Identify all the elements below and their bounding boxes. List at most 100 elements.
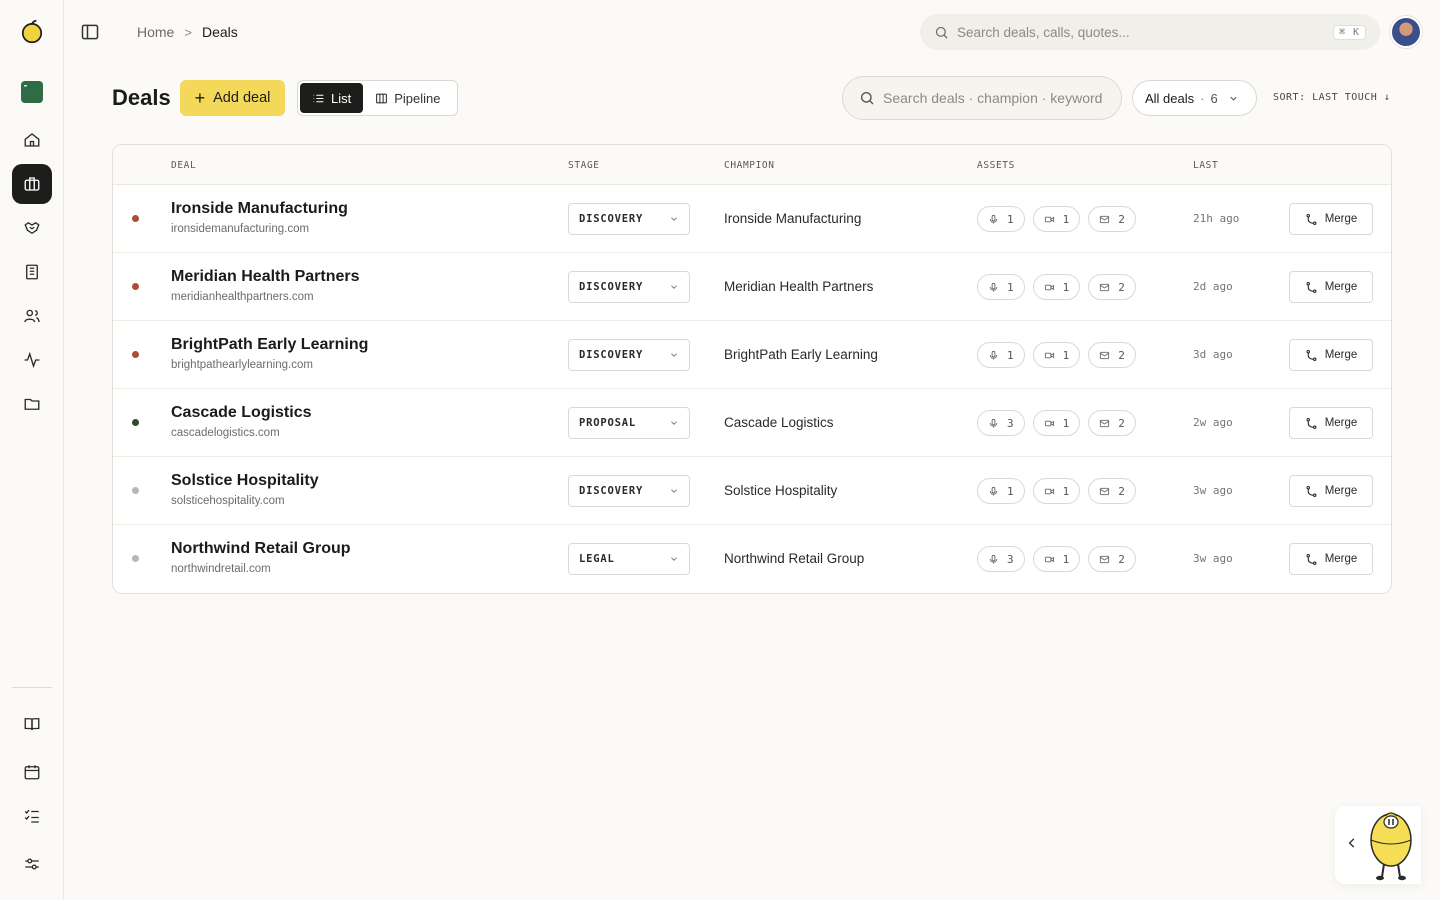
view-pipeline-button[interactable]: Pipeline xyxy=(363,83,452,113)
breadcrumb: Home > Deals xyxy=(137,24,238,40)
emails-pill[interactable]: 2 xyxy=(1088,342,1136,368)
sort-control[interactable]: SORT: LAST TOUCH ↓ xyxy=(1273,92,1390,103)
table-row[interactable]: Northwind Retail Group northwindretail.c… xyxy=(113,525,1391,593)
deals-filter-dropdown[interactable]: All deals · 6 xyxy=(1132,80,1257,116)
status-dot xyxy=(132,351,139,358)
mic-icon xyxy=(989,214,998,224)
activity-icon[interactable] xyxy=(12,340,52,380)
table-row[interactable]: BrightPath Early Learning brightpathearl… xyxy=(113,321,1391,389)
table-row[interactable]: Cascade Logistics cascadelogistics.com P… xyxy=(113,389,1391,457)
stage-select[interactable]: DISCOVERY xyxy=(568,271,690,303)
emails-pill[interactable]: 2 xyxy=(1088,478,1136,504)
header-deal[interactable]: DEAL xyxy=(171,160,196,171)
merge-button[interactable]: Merge xyxy=(1289,407,1373,439)
add-deal-label: Add deal xyxy=(213,90,271,106)
sliders-icon[interactable] xyxy=(12,844,52,884)
merge-label: Merge xyxy=(1324,213,1358,225)
mail-icon xyxy=(1100,419,1110,427)
calls-pill[interactable]: 3 xyxy=(977,410,1025,436)
emails-pill[interactable]: 2 xyxy=(1088,274,1136,300)
video-icon xyxy=(1044,420,1054,426)
view-list-label: List xyxy=(331,90,352,106)
columns-icon xyxy=(376,93,388,103)
merge-button[interactable]: Merge xyxy=(1289,339,1373,371)
handshake-icon[interactable] xyxy=(12,208,52,248)
folder-icon[interactable] xyxy=(12,384,52,424)
videos-pill[interactable]: 1 xyxy=(1032,274,1081,300)
videos-pill[interactable]: 1 xyxy=(1032,410,1081,436)
videos-pill[interactable]: 1 xyxy=(1032,206,1081,232)
deal-domain: cascadelogistics.com xyxy=(171,427,280,439)
mic-icon xyxy=(989,486,998,496)
deals-icon[interactable] xyxy=(12,164,52,204)
chevron-down-icon xyxy=(671,217,677,221)
chevron-left-icon[interactable] xyxy=(1345,836,1359,850)
checklist-icon[interactable] xyxy=(12,796,52,836)
list-icon xyxy=(313,94,324,102)
merge-button[interactable]: Merge xyxy=(1289,475,1373,507)
calls-pill[interactable]: 3 xyxy=(977,546,1025,572)
calendar-icon[interactable] xyxy=(12,752,52,792)
emails-pill[interactable]: 2 xyxy=(1088,410,1136,436)
stage-select[interactable]: DISCOVERY xyxy=(568,339,690,371)
champion-name: Northwind Retail Group xyxy=(724,551,865,566)
search-shortcut-badge: ⌘ K xyxy=(1332,24,1366,40)
users-icon[interactable] xyxy=(12,296,52,336)
mic-icon xyxy=(989,282,998,292)
header-champion[interactable]: CHAMPION xyxy=(724,160,775,171)
home-icon[interactable] xyxy=(12,120,52,160)
videos-pill[interactable]: 1 xyxy=(1032,546,1081,572)
video-icon xyxy=(1044,216,1054,222)
stage-select[interactable]: LEGAL xyxy=(568,543,690,575)
add-deal-button[interactable]: + Add deal xyxy=(180,80,285,116)
assistant-widget[interactable] xyxy=(1335,806,1421,884)
global-search[interactable]: Search deals, calls, quotes... ⌘ K xyxy=(920,14,1380,50)
stage-select[interactable]: DISCOVERY xyxy=(568,203,690,235)
building-icon[interactable] xyxy=(12,252,52,292)
table-row[interactable]: Ironside Manufacturing ironsidemanufactu… xyxy=(113,185,1391,253)
table-row[interactable]: Meridian Health Partners meridianhealthp… xyxy=(113,253,1391,321)
chevron-down-icon xyxy=(671,489,677,493)
deal-name[interactable]: Northwind Retail Group xyxy=(171,540,351,558)
header-assets[interactable]: ASSETS xyxy=(977,160,1015,171)
logo-icon[interactable] xyxy=(12,12,52,52)
book-icon[interactable] xyxy=(12,704,52,744)
deal-search-input[interactable]: Search deals · champion · keyword xyxy=(883,90,1102,106)
champion-name: Solstice Hospitality xyxy=(724,483,838,498)
deal-name[interactable]: Meridian Health Partners xyxy=(171,268,360,286)
videos-pill[interactable]: 1 xyxy=(1032,478,1081,504)
emails-pill[interactable]: 2 xyxy=(1088,546,1136,572)
emails-pill[interactable]: 2 xyxy=(1088,206,1136,232)
stage-select[interactable]: PROPOSAL xyxy=(568,407,690,439)
deal-search[interactable]: Search deals · champion · keyword xyxy=(842,76,1122,120)
global-search-input[interactable]: Search deals, calls, quotes... xyxy=(957,25,1333,40)
mic-icon xyxy=(989,554,998,564)
calls-pill[interactable]: 1 xyxy=(977,342,1025,368)
calls-pill[interactable]: 1 xyxy=(977,274,1025,300)
deal-name[interactable]: Ironside Manufacturing xyxy=(171,200,348,218)
sidebar-toggle-icon[interactable] xyxy=(80,22,100,42)
header-last[interactable]: LAST xyxy=(1193,160,1218,171)
header-stage[interactable]: STAGE xyxy=(568,160,600,171)
app-icon[interactable] xyxy=(12,72,52,112)
chevron-down-icon xyxy=(671,557,677,561)
table-header: DEAL STAGE CHAMPION ASSETS LAST xyxy=(113,145,1391,185)
breadcrumb-home[interactable]: Home xyxy=(137,24,174,40)
view-list-button[interactable]: List xyxy=(300,83,364,113)
deal-name[interactable]: Cascade Logistics xyxy=(171,404,312,422)
calls-pill[interactable]: 1 xyxy=(977,206,1025,232)
merge-button[interactable]: Merge xyxy=(1289,271,1373,303)
stage-value: PROPOSAL xyxy=(579,417,636,429)
calls-count: 1 xyxy=(1007,348,1014,362)
table-row[interactable]: Solstice Hospitality solsticehospitality… xyxy=(113,457,1391,525)
avatar[interactable] xyxy=(1390,16,1422,48)
deal-name[interactable]: Solstice Hospitality xyxy=(171,472,319,490)
videos-count: 1 xyxy=(1062,280,1070,294)
videos-pill[interactable]: 1 xyxy=(1032,342,1081,368)
deal-name[interactable]: BrightPath Early Learning xyxy=(171,336,368,354)
emails-count: 2 xyxy=(1118,280,1125,294)
stage-select[interactable]: DISCOVERY xyxy=(568,475,690,507)
calls-pill[interactable]: 1 xyxy=(977,478,1025,504)
merge-button[interactable]: Merge xyxy=(1289,203,1373,235)
merge-button[interactable]: Merge xyxy=(1289,543,1373,575)
